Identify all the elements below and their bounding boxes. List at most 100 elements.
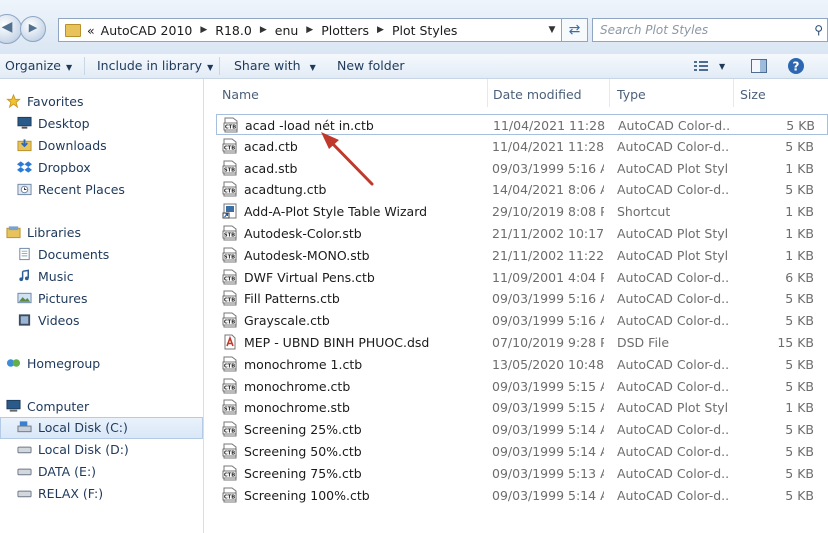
file-row[interactable]: CTB Screening 50%.ctb 09/03/1999 5:14 AM Au… bbox=[216, 441, 828, 462]
file-row[interactable]: STB Autodesk-Color.stb 21/11/2002 10:17 ..… bbox=[216, 223, 828, 244]
file-size: 1 KB bbox=[785, 247, 814, 263]
nav-computer[interactable]: Computer bbox=[0, 396, 203, 418]
back-button[interactable]: ◀ bbox=[0, 14, 22, 44]
column-header-type[interactable]: Type bbox=[610, 79, 734, 107]
nav-documents[interactable]: Documents bbox=[0, 244, 203, 266]
ctb-file-icon: CTB bbox=[222, 138, 237, 154]
preview-pane-icon[interactable] bbox=[750, 57, 768, 75]
ctb-file-icon: CTB bbox=[223, 117, 238, 133]
file-size: 5 KB bbox=[785, 356, 814, 372]
breadcrumb-item[interactable]: Plot Styles bbox=[392, 23, 457, 38]
file-size: 5 KB bbox=[785, 313, 814, 329]
file-name: monochrome.stb bbox=[244, 400, 350, 416]
file-size: 5 KB bbox=[785, 465, 814, 481]
organize-button[interactable]: Organize ▼ bbox=[5, 58, 72, 73]
file-size: 1 KB bbox=[785, 400, 814, 416]
nav-favorites[interactable]: Favorites bbox=[0, 91, 203, 113]
file-name: Screening 100%.ctb bbox=[244, 487, 370, 503]
file-date-modified: 07/10/2019 9:28 PM bbox=[492, 335, 604, 350]
nav-videos[interactable]: Videos bbox=[0, 310, 203, 332]
file-row[interactable]: CTB acad -load nét in.ctb 11/04/2021 11:28… bbox=[216, 114, 828, 135]
forward-button[interactable]: ▶ bbox=[20, 16, 46, 42]
search-icon[interactable]: ⚲ bbox=[814, 23, 823, 37]
address-bar[interactable]: « AutoCAD 2010 ▶ R18.0 ▶ enu ▶ Plotters … bbox=[58, 18, 562, 42]
file-row[interactable]: CTB Grayscale.ctb 09/03/1999 5:16 AM AutoCA… bbox=[216, 310, 828, 331]
file-type: AutoCAD Plot Styl... bbox=[617, 400, 729, 416]
file-type: AutoCAD Color-d... bbox=[617, 422, 729, 438]
breadcrumb-item[interactable]: Plotters bbox=[321, 23, 369, 38]
file-type: AutoCAD Color-d... bbox=[617, 269, 729, 285]
nav-dropbox[interactable]: Dropbox bbox=[0, 157, 203, 179]
refresh-button[interactable]: ⇄ bbox=[562, 18, 588, 42]
breadcrumb-item[interactable]: R18.0 bbox=[215, 23, 252, 38]
chevron-right-icon[interactable]: ▶ bbox=[306, 25, 313, 35]
chevron-right-icon[interactable]: ▶ bbox=[260, 25, 267, 35]
chevron-down-icon[interactable]: ▼ bbox=[719, 62, 725, 71]
nav-recent-places[interactable]: Recent Places bbox=[0, 179, 203, 201]
file-name: Screening 50%.ctb bbox=[244, 444, 362, 459]
file-row[interactable]: CTB monochrome.ctb 09/03/1999 5:15 AM AutoC… bbox=[216, 376, 828, 397]
file-type: AutoCAD Color-d... bbox=[617, 313, 729, 329]
chevron-down-icon[interactable]: ▼ bbox=[543, 25, 561, 35]
folder-icon bbox=[65, 23, 81, 37]
chevron-right-icon[interactable]: ▶ bbox=[200, 25, 207, 35]
share-with-button[interactable]: Share with ▼ bbox=[234, 58, 316, 73]
nav-relax-f[interactable]: RELAX (F:) bbox=[0, 483, 203, 505]
column-header-type-label: Type bbox=[617, 87, 646, 102]
nav-homegroup[interactable]: Homegroup bbox=[0, 353, 203, 375]
nav-local-disk-d[interactable]: Local Disk (D:) bbox=[0, 439, 203, 461]
file-name: Grayscale.ctb bbox=[244, 313, 330, 329]
file-type: AutoCAD Color-d... bbox=[617, 487, 729, 503]
column-header-name[interactable]: Name bbox=[204, 79, 488, 107]
file-row[interactable]: MEP - UBND BINH PHUOC.dsd 07/10/2019 9:28… bbox=[216, 332, 828, 353]
breadcrumb-item[interactable]: AutoCAD 2010 bbox=[101, 23, 193, 38]
chevron-right-icon[interactable]: ▶ bbox=[377, 25, 384, 35]
file-icon-label: CTB bbox=[224, 429, 235, 435]
nav-data-e[interactable]: DATA (E:) bbox=[0, 461, 203, 483]
search-input[interactable]: Search Plot Styles ⚲ bbox=[592, 18, 828, 42]
file-row[interactable]: STB monochrome.stb 09/03/1999 5:15 AM AutoC… bbox=[216, 397, 828, 418]
file-size: 1 KB bbox=[785, 204, 814, 220]
file-size: 1 KB bbox=[785, 226, 814, 241]
file-row[interactable]: STB Autodesk-MONO.stb 21/11/2002 11:22 ...… bbox=[216, 245, 828, 266]
file-row[interactable]: CTB acadtung.ctb 14/04/2021 8:06 AM AutoCAD… bbox=[216, 179, 828, 200]
breadcrumb-item[interactable]: enu bbox=[275, 23, 299, 38]
column-header-size[interactable]: Size bbox=[734, 79, 828, 107]
file-row[interactable]: CTB Screening 75%.ctb 09/03/1999 5:13 AM Au… bbox=[216, 463, 828, 484]
file-type: Shortcut bbox=[617, 204, 671, 220]
column-header-date[interactable]: Date modified bbox=[488, 79, 610, 107]
breadcrumb-overflow[interactable]: « bbox=[87, 23, 95, 38]
videos-icon bbox=[18, 314, 31, 326]
downloads-icon bbox=[17, 139, 32, 152]
file-row[interactable]: CTB DWF Virtual Pens.ctb 11/09/2001 4:04 P… bbox=[216, 267, 828, 288]
file-row[interactable]: Add-A-Plot Style Table Wizard 29/10/2019 … bbox=[216, 201, 828, 222]
nav-downloads[interactable]: Downloads bbox=[0, 135, 203, 157]
file-icon-label: CTB bbox=[224, 494, 235, 500]
view-options-icon[interactable] bbox=[693, 57, 709, 75]
file-row[interactable]: CTB Fill Patterns.ctb 09/03/1999 5:16 AM Au… bbox=[216, 288, 828, 309]
nav-videos-label: Videos bbox=[38, 313, 80, 328]
file-name: acad.ctb bbox=[244, 138, 298, 154]
include-in-library-button[interactable]: Include in library ▼ bbox=[97, 58, 213, 73]
ctb-file-icon: CTB bbox=[222, 356, 237, 372]
ctb-file-icon: CTB bbox=[222, 269, 237, 285]
file-row[interactable]: CTB Screening 100%.ctb 09/03/1999 5:14 AM A… bbox=[216, 485, 828, 506]
file-row[interactable]: CTB Screening 25%.ctb 09/03/1999 5:14 AM Au… bbox=[216, 419, 828, 440]
file-row[interactable]: CTB acad.ctb 11/04/2021 11:28 ... AutoCAD C… bbox=[216, 136, 828, 157]
search-placeholder: Search Plot Styles bbox=[600, 23, 709, 37]
nav-music[interactable]: Music bbox=[0, 266, 203, 288]
new-folder-button[interactable]: New folder bbox=[337, 58, 405, 73]
nav-desktop[interactable]: Desktop bbox=[0, 113, 203, 135]
column-header-size-label: Size bbox=[740, 87, 766, 102]
nav-pictures[interactable]: Pictures bbox=[0, 288, 203, 310]
file-size: 5 KB bbox=[785, 182, 814, 198]
file-row[interactable]: STB acad.stb 09/03/1999 5:16 AM AutoCAD Plo… bbox=[216, 158, 828, 179]
nav-local-disk-c[interactable]: Local Disk (C:) bbox=[0, 417, 203, 439]
file-row[interactable]: CTB monochrome 1.ctb 13/05/2020 10:48 ... A… bbox=[216, 354, 828, 375]
help-icon[interactable]: ? bbox=[787, 57, 805, 75]
file-size: 5 KB bbox=[785, 138, 814, 154]
shortcut-icon bbox=[222, 203, 237, 219]
file-icon-label: STB bbox=[224, 407, 235, 413]
nav-libraries[interactable]: Libraries bbox=[0, 222, 203, 244]
file-type: AutoCAD Plot Styl... bbox=[617, 247, 729, 263]
